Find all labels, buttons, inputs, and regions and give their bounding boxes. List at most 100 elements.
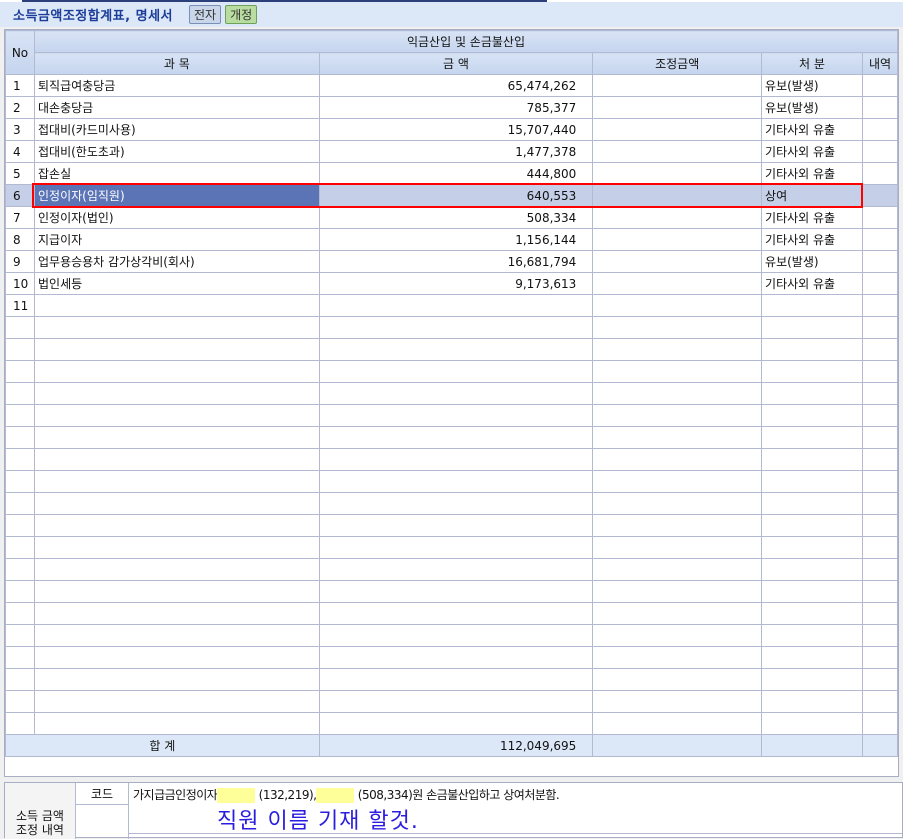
cell-subject[interactable] xyxy=(33,602,320,625)
cell-disposal[interactable] xyxy=(761,360,863,383)
cell-adjust[interactable] xyxy=(592,272,763,295)
cell-disposal[interactable]: 기타사외 유출 xyxy=(761,272,863,295)
cell-disposal[interactable] xyxy=(761,580,863,603)
table-row[interactable]: 10 법인세등 9,173,613 기타사외 유출 xyxy=(5,272,899,295)
cell-amount[interactable] xyxy=(318,492,594,515)
cell-disposal[interactable]: 유보(발생) xyxy=(761,250,863,273)
cell-disposal[interactable] xyxy=(761,602,863,625)
cell-detail[interactable] xyxy=(861,228,899,251)
cell-disposal[interactable]: 기타사외 유출 xyxy=(761,206,863,229)
table-row[interactable] xyxy=(5,602,899,625)
cell-adjust[interactable] xyxy=(592,338,763,361)
cell-adjust[interactable] xyxy=(592,250,763,273)
table-row[interactable]: 6 인정이자(임직원) 640,553 상여 xyxy=(5,184,899,207)
table-row[interactable] xyxy=(5,338,899,361)
table-row[interactable] xyxy=(5,514,899,537)
cell-detail[interactable] xyxy=(861,404,899,427)
cell-no[interactable]: 9 xyxy=(5,250,35,273)
table-row[interactable]: 7 인정이자(법인) 508,334 기타사외 유출 xyxy=(5,206,899,229)
cell-disposal[interactable] xyxy=(761,624,863,647)
cell-adjust[interactable] xyxy=(592,426,763,449)
cell-disposal[interactable] xyxy=(761,492,863,515)
table-row[interactable] xyxy=(5,668,899,691)
cell-subject[interactable] xyxy=(33,470,320,493)
table-row[interactable] xyxy=(5,536,899,559)
table-row[interactable] xyxy=(5,404,899,427)
table-row[interactable]: 4 접대비(한도초과) 1,477,378 기타사외 유출 xyxy=(5,140,899,163)
cell-no[interactable]: 3 xyxy=(5,118,35,141)
cell-disposal[interactable] xyxy=(761,338,863,361)
cell-no[interactable] xyxy=(5,624,35,647)
table-row[interactable] xyxy=(5,712,899,735)
cell-disposal[interactable] xyxy=(761,536,863,559)
cell-subject[interactable]: 인정이자(법인) xyxy=(33,206,320,229)
cell-detail[interactable] xyxy=(861,712,899,735)
table-row[interactable] xyxy=(5,382,899,405)
table-row[interactable] xyxy=(5,646,899,669)
cell-detail[interactable] xyxy=(861,514,899,537)
cell-disposal[interactable] xyxy=(761,514,863,537)
cell-detail[interactable] xyxy=(861,74,899,97)
cell-amount[interactable] xyxy=(318,712,594,735)
electronic-button[interactable]: 전자 xyxy=(189,5,222,24)
table-row[interactable]: 5 잡손실 444,800 기타사외 유출 xyxy=(5,162,899,185)
table-row[interactable] xyxy=(5,624,899,647)
cell-adjust[interactable] xyxy=(592,96,763,119)
cell-disposal[interactable] xyxy=(761,668,863,691)
cell-disposal[interactable]: 기타사외 유출 xyxy=(761,118,863,141)
cell-adjust[interactable] xyxy=(592,294,763,317)
cell-detail[interactable] xyxy=(861,316,899,339)
cell-no[interactable]: 5 xyxy=(5,162,35,185)
table-row[interactable] xyxy=(5,448,899,471)
cell-detail[interactable] xyxy=(861,470,899,493)
cell-no[interactable] xyxy=(5,404,35,427)
table-row[interactable]: 1 퇴직급여충당금 65,474,262 유보(발생) xyxy=(5,74,899,97)
cell-adjust[interactable] xyxy=(592,624,763,647)
cell-adjust[interactable] xyxy=(592,536,763,559)
cell-amount[interactable] xyxy=(318,426,594,449)
cell-disposal[interactable] xyxy=(761,646,863,669)
cell-disposal[interactable] xyxy=(761,712,863,735)
cell-detail[interactable] xyxy=(861,580,899,603)
cell-detail[interactable] xyxy=(861,294,899,317)
cell-detail[interactable] xyxy=(861,448,899,471)
cell-subject[interactable]: 지급이자 xyxy=(33,228,320,251)
cell-subject[interactable] xyxy=(33,558,320,581)
cell-detail[interactable] xyxy=(861,338,899,361)
cell-detail[interactable] xyxy=(861,426,899,449)
cell-no[interactable] xyxy=(5,536,35,559)
cell-amount[interactable]: 444,800 xyxy=(318,162,594,185)
cell-no[interactable] xyxy=(5,712,35,735)
cell-no[interactable] xyxy=(5,580,35,603)
cell-subject[interactable] xyxy=(33,448,320,471)
cell-amount[interactable] xyxy=(318,514,594,537)
cell-amount[interactable]: 1,477,378 xyxy=(318,140,594,163)
table-row[interactable]: 3 접대비(카드미사용) 15,707,440 기타사외 유출 xyxy=(5,118,899,141)
cell-adjust[interactable] xyxy=(592,206,763,229)
cell-disposal[interactable] xyxy=(761,426,863,449)
cell-amount[interactable]: 785,377 xyxy=(318,96,594,119)
cell-disposal[interactable]: 기타사외 유출 xyxy=(761,162,863,185)
cell-disposal[interactable] xyxy=(761,448,863,471)
revision-button[interactable]: 개정 xyxy=(225,5,258,24)
cell-detail[interactable] xyxy=(861,558,899,581)
table-row[interactable] xyxy=(5,426,899,449)
cell-amount[interactable] xyxy=(318,624,594,647)
cell-amount[interactable]: 65,474,262 xyxy=(318,74,594,97)
cell-no[interactable]: 6 xyxy=(5,184,35,207)
cell-subject[interactable]: 법인세등 xyxy=(33,272,320,295)
cell-amount[interactable]: 15,707,440 xyxy=(318,118,594,141)
cell-adjust[interactable] xyxy=(592,140,763,163)
cell-detail[interactable] xyxy=(861,690,899,713)
cell-disposal[interactable] xyxy=(761,404,863,427)
cell-amount[interactable] xyxy=(318,646,594,669)
cell-subject[interactable] xyxy=(33,536,320,559)
code-cell[interactable] xyxy=(76,805,129,839)
cell-disposal[interactable]: 기타사외 유출 xyxy=(761,140,863,163)
cell-disposal[interactable]: 상여 xyxy=(761,184,863,207)
cell-subject[interactable]: 인정이자(임직원) xyxy=(33,184,320,207)
cell-detail[interactable] xyxy=(861,668,899,691)
table-row[interactable] xyxy=(5,470,899,493)
cell-subject[interactable]: 업무용승용차 감가상각비(회사) xyxy=(33,250,320,273)
cell-adjust[interactable] xyxy=(592,184,763,207)
